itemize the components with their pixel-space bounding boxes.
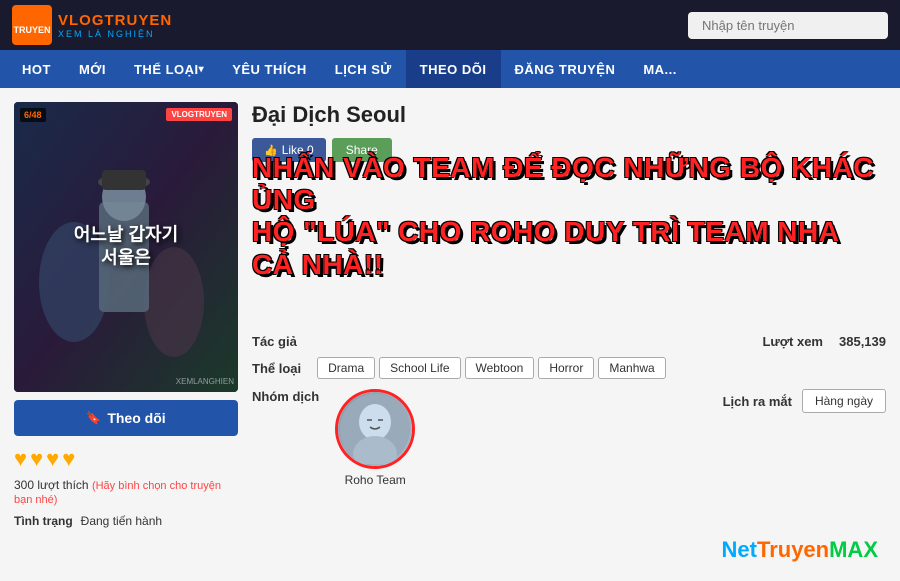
roho-badge: VLOGTRUYEN <box>166 108 232 121</box>
watermark-truyen: Truyen <box>757 537 829 562</box>
schedule-section: Lịch ra mắt Hàng ngày <box>723 389 886 413</box>
status-value: Đang tiến hành <box>81 514 162 528</box>
nav-lichsu[interactable]: LỊCH SỬ <box>321 50 406 88</box>
nav-more[interactable]: MA... <box>629 50 691 88</box>
likes-count: 300 lượt thích (Hãy bình chọn cho truyện… <box>14 478 238 506</box>
star-3: ♥ <box>46 446 59 472</box>
right-panel: Đại Dịch Seoul Like 0 Share NHẤN VÀO TEA… <box>252 102 886 567</box>
cover-badge: 6/48 <box>20 108 46 122</box>
group-avatar-svg <box>340 394 410 464</box>
nav-moi[interactable]: MỚI <box>65 50 120 88</box>
group-avatar[interactable] <box>335 389 415 469</box>
left-panel: 어느날 갑자기 서울은 6/48 VLOGTRUYEN XEMLANGHIEN … <box>14 102 238 567</box>
status-label: Tình trạng <box>14 514 73 528</box>
tag-drama[interactable]: Drama <box>317 357 375 379</box>
manga-title: Đại Dịch Seoul <box>252 102 886 128</box>
tag-horror[interactable]: Horror <box>538 357 594 379</box>
cover-korean-text: 어느날 갑자기 서울은 <box>70 224 182 271</box>
share-button[interactable]: Share <box>332 138 392 162</box>
logo-main: VLOGTRUYEN <box>58 12 172 29</box>
star-rating: ♥ ♥ ♥ ♥ <box>14 446 238 472</box>
search-input[interactable] <box>688 12 888 39</box>
group-avatar-inner <box>338 392 412 466</box>
group-schedule-row: Nhóm dịch <box>252 389 886 487</box>
promo-line-2: HỘ "LÚA" CHO ROHO DUY TRÌ TEAM NHA CẢ NH… <box>252 216 886 280</box>
star-4: ♥ <box>62 446 75 472</box>
follow-button[interactable]: Theo dõi <box>14 400 238 436</box>
logo-text-block: VLOGTRUYEN XEM LÀ NGHIỆN <box>58 12 172 39</box>
cover-image: 어느날 갑자기 서울은 6/48 VLOGTRUYEN XEMLANGHIEN <box>14 102 238 392</box>
logo-icon: VLOG TRUYEN <box>12 5 52 45</box>
author-views-row: Tác giả Lượt xem 385,139 <box>252 334 886 349</box>
nav-hot[interactable]: HOT <box>8 50 65 88</box>
group-name: Roho Team <box>345 473 406 487</box>
tag-webtoon[interactable]: Webtoon <box>465 357 535 379</box>
status-row: Tình trạng Đang tiến hành <box>14 514 238 528</box>
schedule-value: Hàng ngày <box>802 389 886 413</box>
genre-tags: Drama School Life Webtoon Horror Manhwa <box>317 357 666 379</box>
star-2: ♥ <box>30 446 43 472</box>
views-value: 385,139 <box>839 334 886 349</box>
group-container: Roho Team <box>335 389 415 487</box>
watermark-max: MAX <box>829 537 878 562</box>
group-label: Nhóm dịch <box>252 389 319 404</box>
schedule-label: Lịch ra mắt <box>723 394 792 409</box>
info-section: Tác giả Lượt xem 385,139 Thể loại Drama … <box>252 334 886 487</box>
action-buttons: Like 0 Share <box>252 138 886 162</box>
bottom-watermark: NetTruyenMAX <box>722 537 878 563</box>
views-label: Lượt xem <box>762 334 823 349</box>
author-label: Tác giả <box>252 334 297 349</box>
genre-row: Thể loại Drama School Life Webtoon Horro… <box>252 357 886 379</box>
nav-dangtruyen[interactable]: ĐĂNG TRUYỆN <box>501 50 630 88</box>
main-content: 어느날 갑자기 서울은 6/48 VLOGTRUYEN XEMLANGHIEN … <box>0 88 900 581</box>
nav-bar: HOT MỚI THỂ LOẠI YÊU THÍCH LỊCH SỬ THEO … <box>0 50 900 88</box>
nav-theodoi[interactable]: THEO DÕI <box>406 50 501 88</box>
promo-overlay: NHẤN VÀO TEAM ĐỂ ĐỌC NHỮNG BỘ KHÁC ỦNG H… <box>252 152 886 281</box>
nav-theloai[interactable]: THỂ LOẠI <box>120 50 218 88</box>
watermark-net: Net <box>722 537 757 562</box>
tag-schoollife[interactable]: School Life <box>379 357 460 379</box>
like-button[interactable]: Like 0 <box>252 138 326 162</box>
header: VLOG TRUYEN VLOGTRUYEN XEM LÀ NGHIỆN <box>0 0 900 50</box>
logo-sub: XEM LÀ NGHIỆN <box>58 29 172 39</box>
nav-yeuthich[interactable]: YÊU THÍCH <box>218 50 321 88</box>
star-1: ♥ <box>14 446 27 472</box>
tag-manhwa[interactable]: Manhwa <box>598 357 665 379</box>
genre-label: Thể loại <box>252 361 301 376</box>
logo[interactable]: VLOG TRUYEN VLOGTRUYEN XEM LÀ NGHIỆN <box>12 5 172 45</box>
cover-watermark: XEMLANGHIEN <box>176 377 234 386</box>
